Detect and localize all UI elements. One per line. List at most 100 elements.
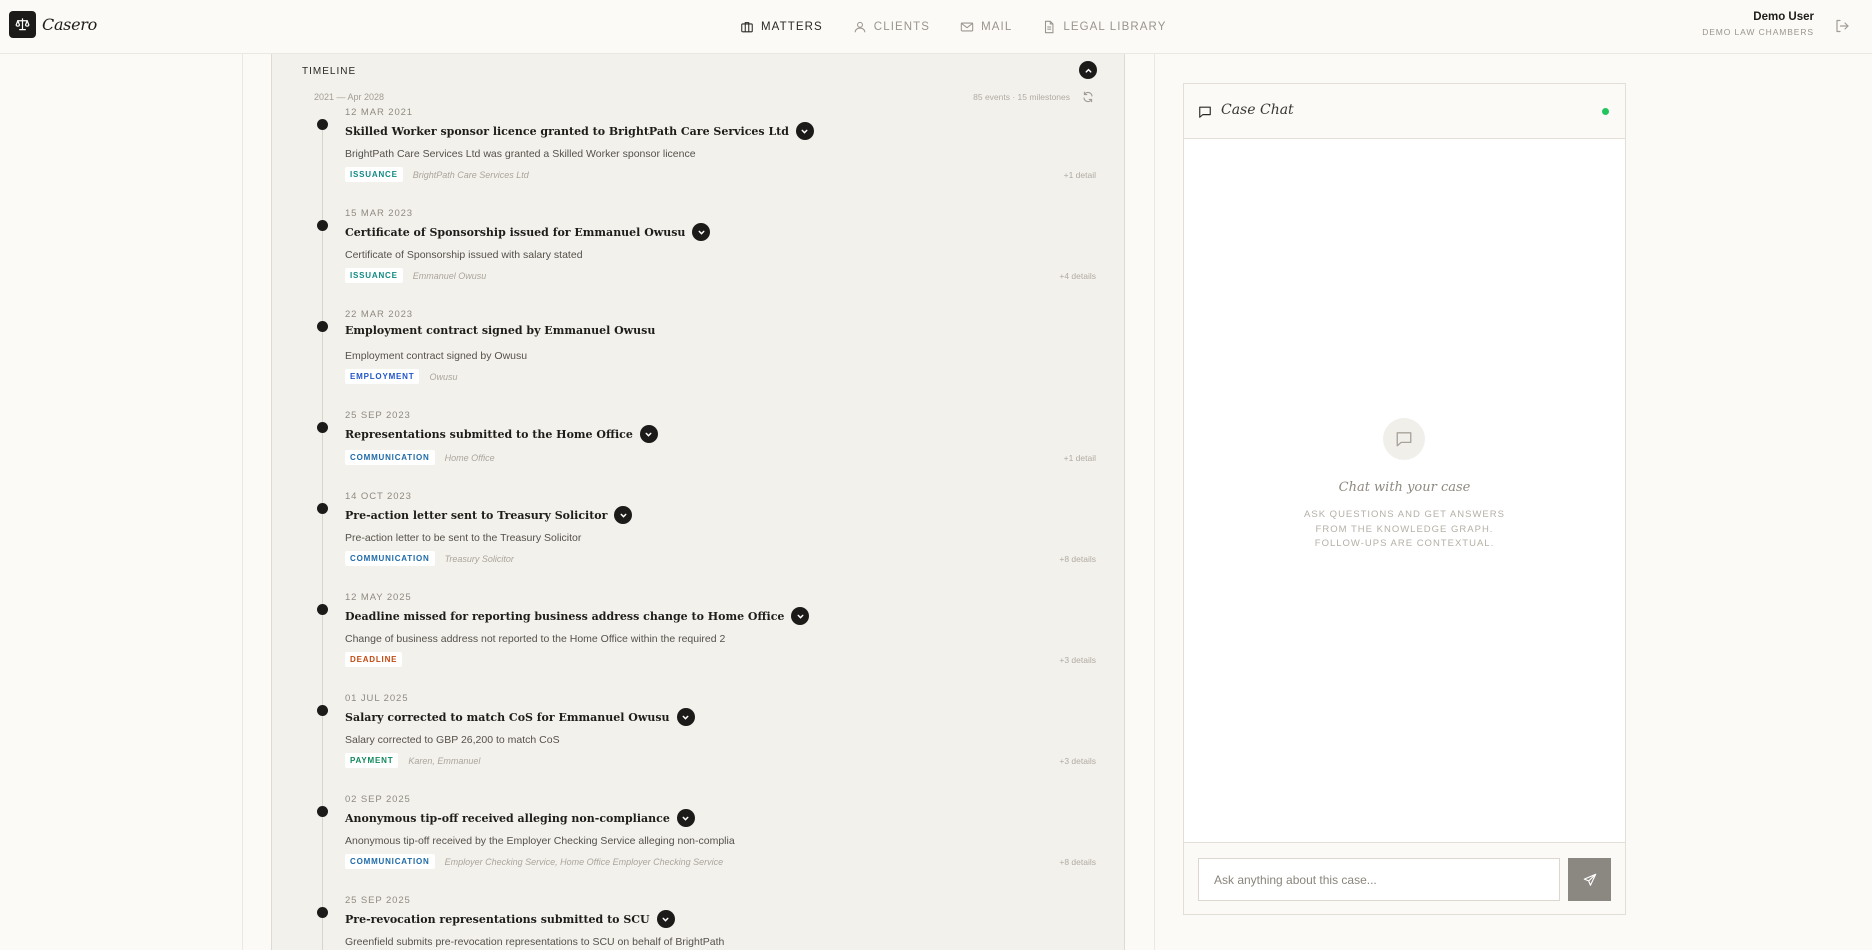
event-expand-button[interactable] xyxy=(692,223,711,241)
timeline-dot xyxy=(317,604,328,615)
nav-matters[interactable]: MATTERS xyxy=(740,20,823,34)
event-category-badge: COMMUNICATION xyxy=(345,551,435,566)
event-title[interactable]: Anonymous tip-off received alleging non-… xyxy=(345,812,670,825)
event-details-count[interactable]: +8 details xyxy=(1059,857,1096,867)
timeline-dot xyxy=(317,806,328,817)
scales-logo-icon[interactable] xyxy=(9,11,36,38)
empty-chat-title: Chat with your case xyxy=(1338,480,1471,495)
event-meta: ISSUANCE Emmanuel Owusu xyxy=(345,268,486,283)
event-title[interactable]: Representations submitted to the Home Of… xyxy=(345,428,633,441)
send-button[interactable] xyxy=(1568,858,1611,901)
timeline-event[interactable]: 02 SEP 2025 Anonymous tip-off received al… xyxy=(272,794,1126,895)
timeline-collapse-button[interactable] xyxy=(1079,61,1097,79)
timeline-stats: 85 events · 15 milestones xyxy=(973,92,1070,102)
event-details-count[interactable]: +4 details xyxy=(1059,271,1096,281)
event-title-row: Representations submitted to the Home Of… xyxy=(345,425,658,443)
event-date: 25 SEP 2023 xyxy=(345,410,411,421)
event-expand-button[interactable] xyxy=(614,506,633,524)
timeline-event[interactable]: 12 MAY 2025 Deadline missed for reporting… xyxy=(272,592,1126,693)
timeline-event[interactable]: 15 MAR 2023 Certificate of Sponsorship is… xyxy=(272,208,1126,309)
app-name[interactable]: Casero xyxy=(42,15,97,34)
event-description: Employment contract signed by Owusu xyxy=(345,350,528,362)
event-category-badge: DEADLINE xyxy=(345,652,403,667)
chat-bubble-icon xyxy=(1199,106,1211,118)
timeline-dot xyxy=(317,119,328,130)
send-icon xyxy=(1583,873,1596,886)
event-date: 15 MAR 2023 xyxy=(345,208,413,219)
event-meta: DEADLINE xyxy=(345,652,403,667)
empty-chat-subtitle: ASK QUESTIONS AND GET ANSWERS FROM THE K… xyxy=(1304,509,1505,549)
event-expand-button[interactable] xyxy=(639,425,658,443)
chevron-down-icon xyxy=(620,513,627,518)
timeline-dot xyxy=(317,220,328,231)
timeline-event[interactable]: 01 JUL 2025 Salary corrected to match CoS… xyxy=(272,693,1126,794)
event-title-row: Salary corrected to match CoS for Emmanu… xyxy=(345,708,695,726)
timeline-dot xyxy=(317,907,328,918)
event-details-count[interactable]: +1 detail xyxy=(1064,170,1096,180)
event-description: Change of business address not reported … xyxy=(345,633,726,645)
timeline-dot xyxy=(317,503,328,514)
event-meta: COMMUNICATION Home Office xyxy=(345,450,495,465)
nav-label: MAIL xyxy=(981,21,1013,33)
event-description: Certificate of Sponsorship issued with s… xyxy=(345,249,583,261)
event-description: Greenfield submits pre-revocation repres… xyxy=(345,936,725,948)
event-date: 12 MAR 2021 xyxy=(345,107,413,118)
user-menu[interactable]: Demo User DEMO LAW CHAMBERS xyxy=(1702,11,1814,37)
nav-legal-library[interactable]: LEGAL LIBRARY xyxy=(1042,20,1166,34)
user-firm: DEMO LAW CHAMBERS xyxy=(1702,27,1814,37)
chevron-down-icon xyxy=(801,129,808,134)
chat-title: Case Chat xyxy=(1221,102,1294,118)
event-date: 14 OCT 2023 xyxy=(345,491,412,502)
event-title[interactable]: Pre-revocation representations submitted… xyxy=(345,913,650,926)
event-details-count[interactable]: +8 details xyxy=(1059,554,1096,564)
event-parties: Employer Checking Service, Home Office E… xyxy=(444,856,724,867)
event-expand-button[interactable] xyxy=(656,910,675,928)
event-title-row: Deadline missed for reporting business a… xyxy=(345,607,810,625)
event-title[interactable]: Salary corrected to match CoS for Emmanu… xyxy=(345,711,670,724)
event-title[interactable]: Certificate of Sponsorship issued for Em… xyxy=(345,226,685,239)
nav-mail[interactable]: MAIL xyxy=(960,20,1012,34)
timeline-dot xyxy=(317,321,328,332)
chevron-down-icon xyxy=(797,614,804,619)
event-title-row: Pre-action letter sent to Treasury Solic… xyxy=(345,506,633,524)
mail-icon xyxy=(960,22,974,32)
event-title[interactable]: Employment contract signed by Emmanuel O… xyxy=(345,324,655,337)
logout-icon[interactable] xyxy=(1834,18,1850,34)
chevron-up-icon xyxy=(1085,68,1091,73)
nav-label: LEGAL LIBRARY xyxy=(1063,21,1167,33)
event-title-row: Anonymous tip-off received alleging non-… xyxy=(345,809,695,827)
event-expand-button[interactable] xyxy=(795,122,814,140)
chevron-down-icon xyxy=(682,816,689,821)
chevron-down-icon xyxy=(698,230,705,235)
timeline-event[interactable]: 12 MAR 2021 Skilled Worker sponsor licenc… xyxy=(272,107,1126,208)
refresh-icon[interactable] xyxy=(1082,91,1094,103)
timeline-event[interactable]: 25 SEP 2025 Pre-revocation representation… xyxy=(272,895,1126,950)
event-expand-button[interactable] xyxy=(676,708,695,726)
timeline-event[interactable]: 22 MAR 2023 Employment contract signed by… xyxy=(272,309,1126,410)
event-parties: Treasury Solicitor xyxy=(444,553,514,564)
nav-label: MATTERS xyxy=(761,21,823,33)
event-details-count[interactable]: +3 details xyxy=(1059,655,1096,665)
event-parties: Emmanuel Owusu xyxy=(412,270,487,281)
event-title[interactable]: Pre-action letter sent to Treasury Solic… xyxy=(345,509,607,522)
chat-input[interactable] xyxy=(1198,858,1560,901)
event-category-badge: PAYMENT xyxy=(345,753,399,768)
event-expand-button[interactable] xyxy=(791,607,810,625)
event-details-count[interactable]: +3 details xyxy=(1059,756,1096,766)
event-title[interactable]: Skilled Worker sponsor licence granted t… xyxy=(345,125,789,138)
event-details-count[interactable]: +1 detail xyxy=(1064,453,1096,463)
chat-header: Case Chat xyxy=(1184,84,1625,139)
nav-clients[interactable]: CLIENTS xyxy=(853,20,930,34)
timeline-dot xyxy=(317,422,328,433)
event-title-row: Pre-revocation representations submitted… xyxy=(345,910,675,928)
event-category-badge: COMMUNICATION xyxy=(345,450,435,465)
event-title[interactable]: Deadline missed for reporting business a… xyxy=(345,610,784,623)
user-name: Demo User xyxy=(1753,11,1814,23)
chevron-down-icon xyxy=(682,715,689,720)
event-parties: Owusu xyxy=(429,371,458,382)
event-title-row: Skilled Worker sponsor licence granted t… xyxy=(345,122,814,140)
event-title-row: Certificate of Sponsorship issued for Em… xyxy=(345,223,711,241)
timeline-event[interactable]: 14 OCT 2023 Pre-action letter sent to Tre… xyxy=(272,491,1126,592)
chevron-down-icon xyxy=(662,917,669,922)
event-expand-button[interactable] xyxy=(676,809,695,827)
